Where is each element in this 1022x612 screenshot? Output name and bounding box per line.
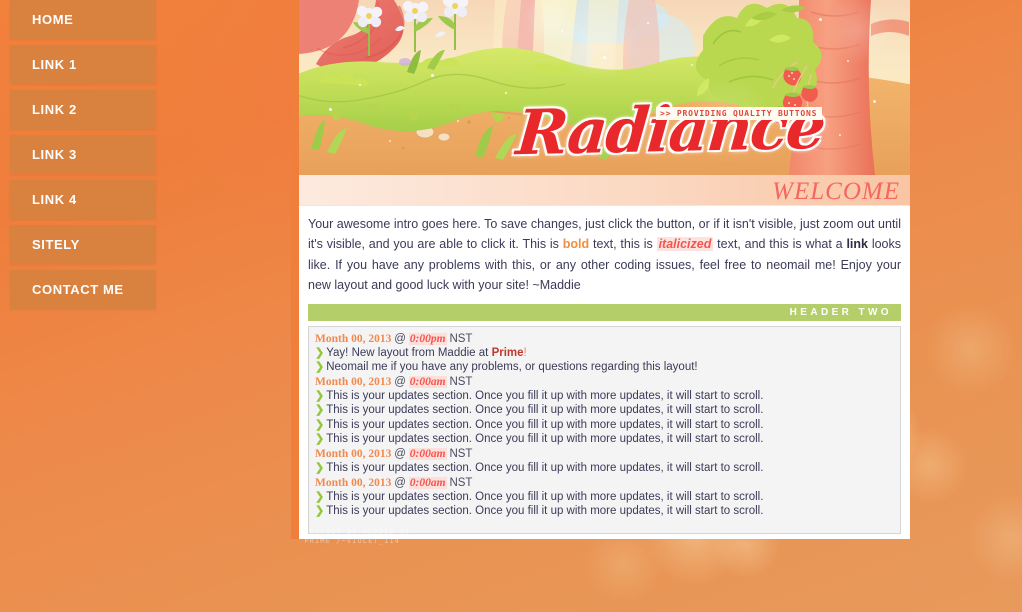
update-item-text: This is your updates section. Once you f… [326, 389, 764, 402]
sparkle [691, 64, 693, 66]
header-two-bar: HEADER TWO [308, 303, 901, 321]
italic-sample-text: italicized [656, 237, 714, 252]
update-timezone: NST [449, 476, 473, 489]
update-item: ❯ Neomail me if you have any problems, or… [315, 360, 894, 375]
update-item: ❯ This is your updates section. Once you … [315, 504, 894, 519]
update-date-text: Month 00, 2013 [315, 447, 392, 460]
update-time: 0:00am [408, 476, 447, 489]
update-item-text: Neomail me if you have any problems, or … [326, 361, 698, 374]
update-item-text: This is your updates section. Once you f… [326, 418, 764, 431]
arrow-icon: ❯ [315, 418, 325, 431]
update-time: 0:00pm [408, 332, 447, 345]
welcome-header-band: WELCOME [299, 175, 910, 206]
update-item-text: This is your updates section. Once you f… [326, 462, 764, 475]
intro-segment-3: text, and this is what a [713, 237, 847, 252]
update-item: ❯ This is your updates section. Once you … [315, 490, 894, 505]
update-item-emphasis: Prime [491, 346, 524, 359]
sparkle [819, 18, 822, 21]
update-timezone: NST [449, 332, 473, 345]
update-item: ❯ This is your updates section. Once you … [315, 389, 894, 404]
update-item: ❯ This is your updates section. Once you … [315, 461, 894, 476]
arrow-icon: ❯ [315, 361, 325, 374]
nav-button-link-4[interactable]: LINK 4 [10, 180, 156, 219]
nav-button-link-1[interactable]: LINK 1 [10, 45, 156, 84]
update-item-text: This is your updates section. Once you f… [326, 404, 764, 417]
update-item-text: This is your updates section. Once you f… [326, 490, 764, 503]
update-time: 0:00am [408, 375, 447, 388]
update-item: ❯ This is your updates section. Once you … [315, 432, 894, 447]
sample-link[interactable]: link [846, 237, 868, 251]
layout-container: Radiance >> PROVIDING QUALITY BUTTONS WE… [291, 0, 910, 539]
arrow-icon: ❯ [315, 433, 325, 446]
site-title: Radiance [513, 89, 827, 170]
intro-segment-2: text, this is [589, 237, 657, 252]
sparkle [647, 22, 649, 24]
update-item: ❯ This is your updates section. Once you … [315, 403, 894, 418]
update-date-at: @ [394, 375, 406, 388]
arrow-icon: ❯ [315, 389, 325, 402]
update-item-text: Yay! New layout from Maddie at [326, 346, 492, 359]
arrow-icon: ❯ [315, 404, 325, 417]
update-item-text: This is your updates section. Once you f… [326, 433, 764, 446]
credit-line-1: LAYOUT BY MADDIE AT [309, 528, 411, 536]
update-timezone: NST [449, 447, 473, 460]
update-date: Month 00, 2013 @ 0:00pm NST [315, 332, 894, 346]
bold-sample-text: bold [562, 237, 590, 252]
update-date: Month 00, 2013 @ 0:00am NST [315, 375, 894, 389]
nav-button-home[interactable]: HOME [10, 0, 156, 39]
welcome-heading: WELCOME [772, 178, 900, 205]
updates-panel[interactable]: Month 00, 2013 @ 0:00pm NST ❯ Yay! New lay… [308, 325, 901, 534]
arrow-icon: ❯ [315, 462, 325, 475]
update-item-text: This is your updates section. Once you f… [326, 505, 764, 518]
sparkle [505, 92, 507, 94]
update-date-text: Month 00, 2013 [315, 375, 392, 388]
update-timezone: NST [449, 375, 473, 388]
credit-link[interactable]: LAYOUT BY MADDIE AT PRIME /~VIOLET_114 [299, 528, 411, 545]
arrow-icon: ❯ [315, 505, 325, 518]
update-item-text-tail: ! [523, 346, 527, 359]
sidebar-navigation: HOME LINK 1 LINK 2 LINK 3 LINK 4 SITELY CONTAC… [10, 0, 156, 315]
intro-text: Your awesome intro goes here. To save ch… [299, 206, 910, 302]
credit-line-2: PRIME /~VIOLET_114 [304, 537, 400, 545]
sparkle [359, 84, 361, 86]
sparkle [561, 30, 563, 32]
sparkle [431, 74, 434, 77]
sparkle [389, 140, 391, 142]
nav-button-link-3[interactable]: LINK 3 [10, 135, 156, 174]
sparkle [457, 120, 459, 122]
update-date-at: @ [394, 447, 406, 460]
update-date: Month 00, 2013 @ 0:00am NST [315, 476, 894, 490]
update-date-at: @ [394, 332, 406, 345]
update-item: ❯ Yay! New layout from Maddie at Prime! [315, 346, 894, 361]
update-date-at: @ [394, 476, 406, 489]
header-two-label: HEADER TWO [789, 306, 892, 318]
sparkle [847, 60, 849, 62]
update-date-text: Month 00, 2013 [315, 476, 392, 489]
sparkle [603, 56, 606, 59]
layout-credit[interactable]: LAYOUT BY MADDIE AT PRIME /~VIOLET_114 [299, 519, 411, 546]
sparkle [839, 134, 841, 136]
arrow-icon: ❯ [315, 490, 325, 503]
sparkle [873, 100, 876, 103]
update-date: Month 00, 2013 @ 0:00am NST [315, 447, 894, 461]
update-time: 0:00am [408, 447, 447, 460]
nav-button-sitely[interactable]: SITELY [10, 225, 156, 264]
site-tagline: >> PROVIDING QUALITY BUTTONS [656, 107, 823, 120]
sparkle [329, 108, 332, 111]
update-item: ❯ This is your updates section. Once you … [315, 418, 894, 433]
nav-button-contact-me[interactable]: CONTACT ME [10, 270, 156, 309]
site-banner: Radiance >> PROVIDING QUALITY BUTTONS [299, 0, 910, 175]
arrow-icon: ❯ [315, 346, 325, 359]
update-date-text: Month 00, 2013 [315, 332, 392, 345]
nav-button-link-2[interactable]: LINK 2 [10, 90, 156, 129]
